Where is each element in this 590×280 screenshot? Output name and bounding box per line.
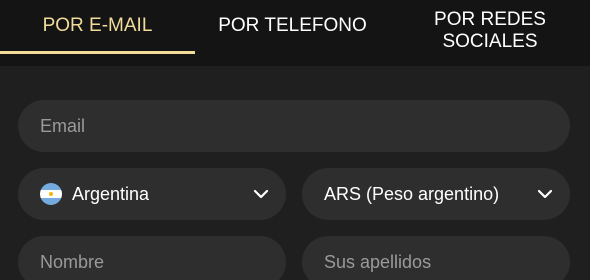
tab-social-label: POR REDES SOCIALES (434, 9, 546, 52)
country-value: Argentina (72, 183, 150, 204)
tab-phone-label: POR TELEFONO (218, 15, 367, 36)
currency-value: ARS (Peso argentino) (324, 183, 500, 204)
argentina-flag-icon (40, 183, 62, 205)
tab-phone[interactable]: POR TELEFONO (195, 0, 390, 66)
tab-email[interactable]: POR E-MAIL (0, 0, 195, 66)
email-placeholder: Email (40, 115, 86, 136)
chevron-down-icon (537, 189, 553, 199)
registration-tabs: POR E-MAIL POR TELEFONO POR REDES SOCIAL… (0, 0, 590, 66)
first-name-field[interactable]: Nombre (18, 236, 286, 280)
tab-social[interactable]: POR REDES SOCIALES (390, 0, 590, 66)
active-tab-indicator (0, 51, 195, 54)
tab-email-label: POR E-MAIL (42, 15, 153, 36)
last-name-placeholder: Sus apellidos (324, 251, 432, 272)
currency-select[interactable]: ARS (Peso argentino) (302, 168, 570, 220)
first-name-placeholder: Nombre (40, 251, 105, 272)
last-name-field[interactable]: Sus apellidos (302, 236, 570, 280)
country-select[interactable]: Argentina (18, 168, 286, 220)
chevron-down-icon (253, 189, 269, 199)
email-field[interactable]: Email (18, 100, 570, 152)
